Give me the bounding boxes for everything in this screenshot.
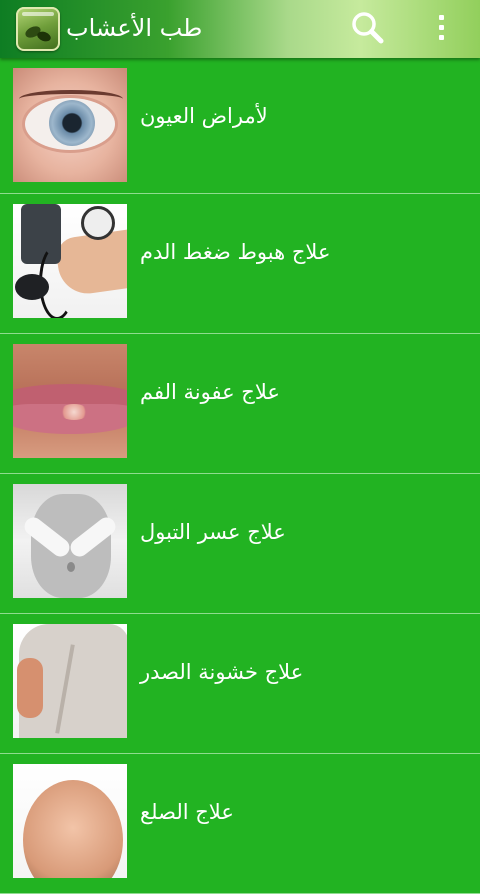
- list-item-label: علاج الصلع: [140, 800, 234, 824]
- abdomen-thumbnail: [13, 484, 127, 598]
- blood-pressure-thumbnail: [13, 204, 127, 318]
- list-item-label: علاج خشونة الصدر: [140, 660, 304, 684]
- list-item[interactable]: علاج عفونة الفم: [0, 334, 480, 474]
- chest-thumbnail: [13, 624, 127, 738]
- mouth-thumbnail: [13, 344, 127, 458]
- list-item[interactable]: علاج عسر التبول: [0, 474, 480, 614]
- list-item[interactable]: لأمراض العيون: [0, 58, 480, 194]
- app-bar: طب الأعشاب: [0, 0, 480, 58]
- herbs-app-icon[interactable]: [16, 7, 60, 51]
- list-item[interactable]: علاج هبوط ضغط الدم: [0, 194, 480, 334]
- eye-thumbnail: [13, 68, 127, 182]
- list-item[interactable]: علاج الصلع: [0, 754, 480, 894]
- overflow-menu-icon[interactable]: [428, 8, 456, 48]
- app-title: طب الأعشاب: [66, 14, 203, 42]
- list-item-label: علاج عفونة الفم: [140, 380, 280, 404]
- search-icon[interactable]: [348, 8, 388, 48]
- list-item-label: علاج هبوط ضغط الدم: [140, 240, 331, 264]
- list-item-label: لأمراض العيون: [140, 104, 268, 128]
- list-item[interactable]: علاج خشونة الصدر: [0, 614, 480, 754]
- scalp-thumbnail: [13, 764, 127, 878]
- topic-list: لأمراض العيون علاج هبوط ضغط الدم علاج عف…: [0, 58, 480, 894]
- list-item-label: علاج عسر التبول: [140, 520, 286, 544]
